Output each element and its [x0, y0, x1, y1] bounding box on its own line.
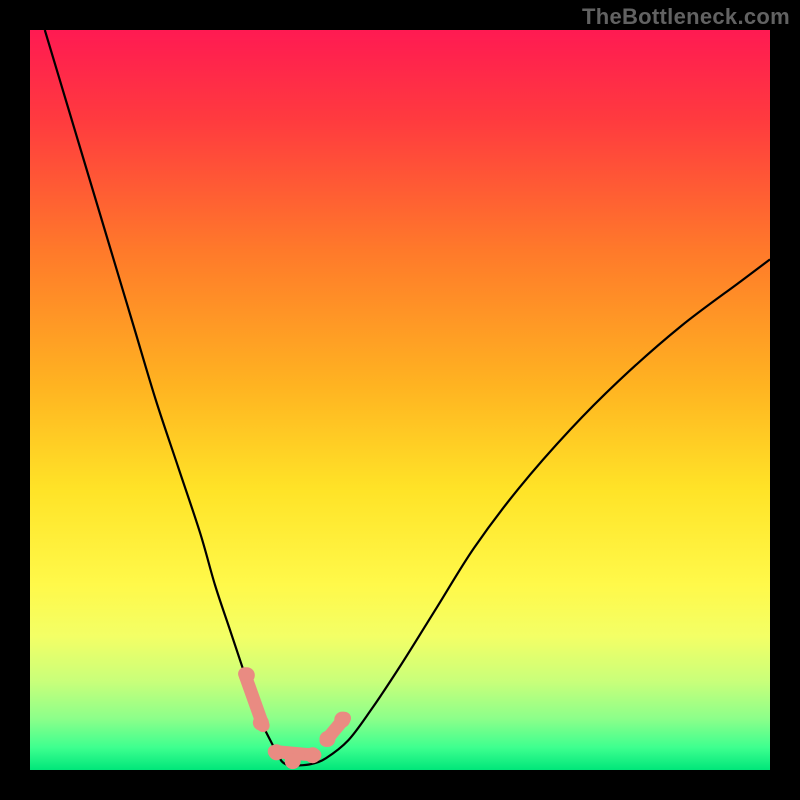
highlight-dot	[239, 667, 255, 683]
watermark-text: TheBottleneck.com	[582, 4, 790, 30]
chart-frame: TheBottleneck.com	[0, 0, 800, 800]
bottleneck-chart-svg	[0, 0, 800, 800]
highlight-dot	[319, 731, 335, 747]
highlight-dot	[305, 747, 321, 763]
highlight-dot	[268, 744, 284, 760]
plot-area	[30, 30, 770, 770]
highlight-dot	[253, 715, 269, 731]
highlight-dot	[285, 753, 301, 769]
highlight-dot	[334, 712, 350, 728]
